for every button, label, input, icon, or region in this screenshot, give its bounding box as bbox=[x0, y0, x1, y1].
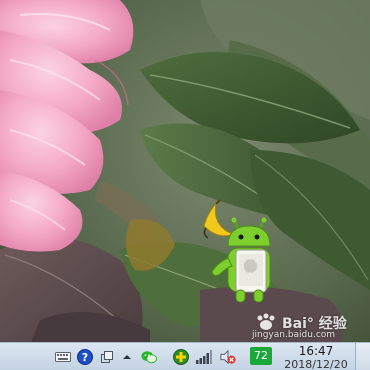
notification-badge[interactable]: 72 bbox=[250, 347, 272, 365]
keyboard-icon[interactable] bbox=[55, 349, 71, 365]
window-icon[interactable] bbox=[99, 349, 115, 365]
clock-date: 2018/12/20 bbox=[284, 358, 348, 370]
robot-pet-widget[interactable] bbox=[198, 198, 290, 308]
show-desktop-button[interactable] bbox=[355, 343, 370, 370]
baidu-paw-icon bbox=[257, 313, 275, 330]
taskbar: ? 72 16:47 2018/12/20 bbox=[0, 342, 370, 370]
banana-icon bbox=[203, 199, 236, 239]
signal-icon[interactable] bbox=[196, 349, 212, 365]
watermark-url: jingyan.baidu.com bbox=[252, 330, 336, 340]
help-icon[interactable]: ? bbox=[77, 349, 93, 365]
desktop: Bai° 经验 jingyan.baidu.com ? 72 16:47 201… bbox=[0, 0, 370, 370]
wechat-icon[interactable] bbox=[141, 349, 157, 365]
volume-muted-icon[interactable] bbox=[220, 349, 236, 365]
baidu-jingyan-watermark: Bai° 经验 jingyan.baidu.com bbox=[252, 313, 370, 343]
tray-clock[interactable]: 16:47 2018/12/20 bbox=[284, 344, 348, 370]
svg-text:?: ? bbox=[82, 351, 88, 364]
plus-icon[interactable] bbox=[173, 349, 189, 365]
clock-time: 16:47 bbox=[298, 344, 334, 358]
chevron-up-icon[interactable] bbox=[119, 349, 135, 365]
